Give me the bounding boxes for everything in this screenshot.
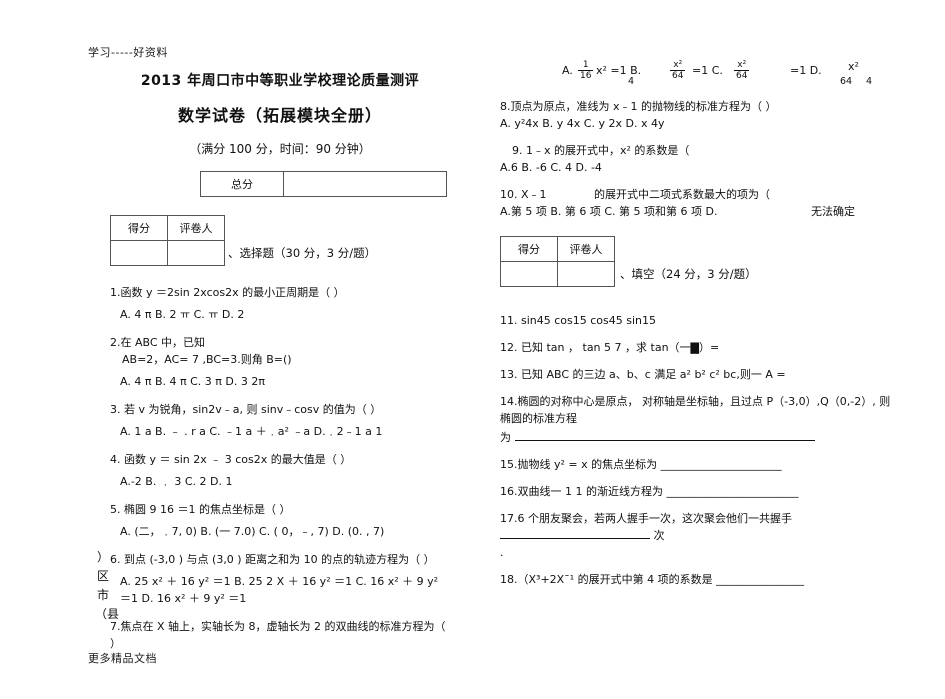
watermark-bottom: 更多精品文档 [88,652,157,665]
question-17-blank[interactable] [500,528,650,539]
question-2-options: A. 4 π B. 4 π C. 3 π D. 3 2π [120,375,265,388]
question-8: 8.顶点为原点，准线为 x﹣1 的抛物线的标准方程为（ ） A. y²4x B.… [500,98,900,132]
question-15: 15.抛物线 y² = x 的焦点坐标为 ___________________… [500,458,782,471]
page-title-line3: （满分 100 分，时间：90 分钟） [189,142,371,156]
question-1: 1.函数 y ＝2sin 2xcos2x 的最小正周期是（ ） A. 4 π B… [110,284,450,323]
opt-c-fraction: x² 64 [734,60,750,81]
opt-a-fraction: 1 16 [578,60,594,81]
question-10: 10. X﹣1 的展开式中二项式系数最大的项为（ A.第 5 项 B. 第 6 … [500,186,900,220]
grade-marker-cell[interactable] [167,240,225,266]
question-8-stem: 8.顶点为原点，准线为 x﹣1 的抛物线的标准方程为（ ） [500,100,777,113]
opt-b-rest: =1 C. [692,64,723,77]
question-14-cont: 为 [500,429,900,446]
question-2-stem: 2.在 ABC 中，已知 [110,336,206,349]
question-10-options-tail: 无法确定 [810,205,855,218]
question-13: 13. 已知 ABC 的三边 a、b、c 满足 a² b² c² bc,则一 A… [500,368,786,381]
section2-label: 、填空（24 分，3 分/题） [620,267,757,281]
question-17: 17.6 个朋友聚会，若两人握手一次，这次聚会他们一共握手 次 [500,512,792,542]
question-9-options: A.6 B. -6 C. 4 D. -4 [500,161,602,174]
section1-grade-block: 得分 评卷人 、选择题（30 分，3 分/题） [110,215,450,273]
grade-score-cell-2[interactable] [500,261,558,287]
question-6-options: A. 25 x² ＋ 16 y² ＝1 B. 25 2 X ＋ 16 y² ＝1… [120,575,439,605]
question-5-options: A. (二，﹒7, 0) B. (一 7.0) C. ( 0，﹣, 7) D. … [120,525,385,538]
section2-grade-block: 得分 评卷人 、填空（24 分，3 分/题） [500,236,900,296]
question-6: 6. 到点 (-3,0 ) 与点 (3,0 ) 距离之和为 10 的点的轨迹方程… [110,551,450,607]
question-6-stem: 6. 到点 (-3,0 ) 与点 (3,0 ) 距离之和为 10 的点的轨迹方程… [110,553,435,566]
question-14: 14.椭圆的对称中心是原点， 对称轴是坐标轴，且过点 P（-3,0）,Q（0,-… [500,395,891,425]
question-11: 11. sin45 cos15 cos45 sin15 [500,314,657,327]
left-column: 2013 年周口市中等职业学校理论质量测评 数学试卷（拓展模块全册） （满分 1… [110,62,450,652]
grade-table-section2: 得分 评卷人 [500,236,615,287]
question-17-dot: . [500,546,504,559]
question-3-options: A. 1 a B. ﹣ . r a C. ﹣1 a ＋﹒a² ﹣a D.﹒2﹣1… [120,425,383,438]
question-10-stem-rest: 的展开式中二项式系数最大的项为（ [594,188,771,201]
question-10-stem: 10. X﹣1 的展开式中二项式系数最大的项为（ [500,186,900,203]
grade-score-header: 得分 [110,215,168,241]
opt-d-den-right: 4 [866,76,873,87]
question-16: 16.双曲线一 1 1 的渐近线方程为 ____________________… [500,485,799,498]
opt-a-trailing: 4 [628,76,635,87]
question-1-options: A. 4 π B. 2 ㅠ C. ㅠ D. 2 [120,308,245,321]
total-score-table: 总分 [200,171,447,197]
question-9: 9. 1﹣x 的展开式中，x² 的系数是（ A.6 B. -6 C. 4 D. … [500,142,900,176]
question-2-stem2: AB=2，AC= 7 ,BC=3.则角 B=() [122,353,292,366]
question-5-stem: 5. 椭圆 9 16 ＝1 的焦点坐标是（ ） [110,503,291,516]
question-5: 5. 椭圆 9 16 ＝1 的焦点坐标是（ ） A. (二，﹒7, 0) B. … [110,501,450,540]
question-7-options-row: A. 1 16 x² =1 B. x² 64 =1 C. x² 64 =1 D.… [500,60,900,88]
question-8-options: A. y²4x B. y 4x C. y 2x D. x 4y [500,117,665,130]
opt-a-rest: x² =1 B. [596,64,642,77]
question-10-stem-main: 10. X﹣1 [500,188,547,201]
question-12: 12. 已知 tan ， tan 5 7 ，求 tan（一▇）= [500,341,720,354]
total-score-label: 总分 [200,171,284,197]
right-column: A. 1 16 x² =1 B. x² 64 =1 C. x² 64 =1 D.… [500,60,900,588]
grade-table-section1: 得分 评卷人 [110,215,225,266]
exam-paper-page: 学习-----好资料 更多精品文档 ）区市（县 2013 年周口市中等职业学校理… [0,0,945,699]
question-3-stem: 3. 若 v 为锐角，sin2v﹣a, 则 sinv﹣cosv 的值为（ ） [110,403,382,416]
grade-score-cell[interactable] [110,240,168,266]
total-score-value[interactable] [283,171,447,197]
question-9-stem: 9. 1﹣x 的展开式中，x² 的系数是（ [512,144,690,157]
question-3: 3. 若 v 为锐角，sin2v﹣a, 则 sinv﹣cosv 的值为（ ） A… [110,401,450,440]
opt-a-label: A. [562,64,573,77]
question-17-unit: 次 [653,529,665,542]
side-vertical-text: ）区市（县 [95,550,120,621]
question-4-options: A.-2 B. ﹒ 3 C. 2 D. 1 [120,475,233,488]
question-10-options: A.第 5 项 B. 第 6 项 C. 第 5 项和第 6 项 D. 无法确定 [500,205,855,218]
opt-d-den-left: 64 [840,76,853,87]
question-2: 2.在 ABC 中，已知 AB=2，AC= 7 ,BC=3.则角 B=() A.… [110,334,450,390]
opt-c-rest: =1 D. [790,64,822,77]
question-14-blank[interactable] [514,430,815,441]
question-7-stem: 7.焦点在 X 轴上，实轴长为 8，虚轴长为 2 的双曲线的标准方程为（ ） [110,620,446,650]
watermark-top: 学习-----好资料 [88,46,168,59]
question-7: 7.焦点在 X 轴上，实轴长为 8，虚轴长为 2 的双曲线的标准方程为（ ） [110,618,450,652]
grade-marker-header-2: 评卷人 [557,236,615,262]
page-title-line2: 数学试卷（拓展模块全册） [177,106,382,125]
grade-marker-header: 评卷人 [167,215,225,241]
question-4: 4. 函数 y ＝ sin 2x ﹣ 3 cos2x 的最大值是（ ） A.-2… [110,451,450,490]
question-4-stem: 4. 函数 y ＝ sin 2x ﹣ 3 cos2x 的最大值是（ ） [110,453,352,466]
question-18: 18.（X³+2X¯¹ 的展开式中第 4 项的系数是 _____________… [500,573,805,586]
page-title-line1: 2013 年周口市中等职业学校理论质量测评 [140,73,420,89]
grade-marker-cell-2[interactable] [557,261,615,287]
section1-label: 、选择题（30 分，3 分/题） [228,246,377,260]
grade-score-header-2: 得分 [500,236,558,262]
question-1-stem: 1.函数 y ＝2sin 2xcos2x 的最小正周期是（ ） [110,286,345,299]
opt-b-fraction: x² 64 [670,60,686,81]
opt-d-num: x² [848,60,859,73]
